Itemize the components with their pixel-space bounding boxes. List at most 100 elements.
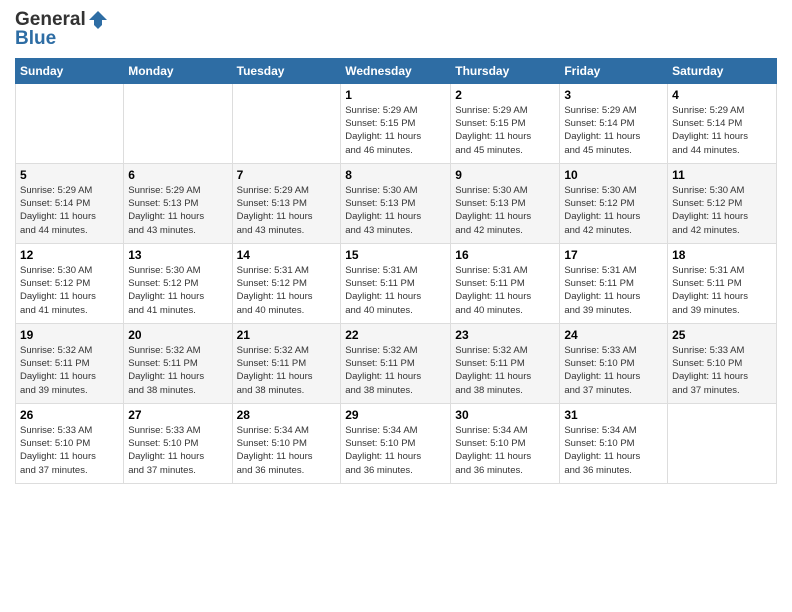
day-number: 15 — [345, 248, 446, 262]
day-info: Sunrise: 5:34 AM Sunset: 5:10 PM Dayligh… — [345, 424, 446, 477]
week-row-4: 19 Sunrise: 5:32 AM Sunset: 5:11 PM Dayli… — [16, 323, 777, 403]
day-number: 22 — [345, 328, 446, 342]
calendar-cell: 2Sunrise: 5:29 AM Sunset: 5:15 PM Daylig… — [451, 83, 560, 163]
calendar-cell: 17 Sunrise: 5:31 AM Sunset: 5:11 PM Dayli… — [560, 243, 668, 323]
calendar-cell: 10 Sunrise: 5:30 AM Sunset: 5:12 PM Dayli… — [560, 163, 668, 243]
calendar-cell: 13 Sunrise: 5:30 AM Sunset: 5:12 PM Dayli… — [124, 243, 232, 323]
calendar-cell: 29 Sunrise: 5:34 AM Sunset: 5:10 PM Dayli… — [341, 403, 451, 483]
calendar-cell: 1 Sunrise: 5:29 AM Sunset: 5:15 PM Daylig… — [341, 83, 451, 163]
day-info: Sunrise: 5:29 AM Sunset: 5:14 PM Dayligh… — [672, 104, 772, 157]
day-number: 1 — [345, 88, 446, 102]
day-info: Sunrise: 5:32 AM Sunset: 5:11 PM Dayligh… — [128, 344, 227, 397]
header: General Blue — [15, 10, 777, 50]
calendar-cell: 25 Sunrise: 5:33 AM Sunset: 5:10 PM Dayli… — [668, 323, 777, 403]
day-info: Sunrise: 5:34 AM Sunset: 5:10 PM Dayligh… — [237, 424, 337, 477]
day-number: 16 — [455, 248, 555, 262]
calendar-cell: 24Sunrise: 5:33 AM Sunset: 5:10 PM Dayli… — [560, 323, 668, 403]
day-number: 28 — [237, 408, 337, 422]
day-number: 14 — [237, 248, 337, 262]
header-cell-thursday: Thursday — [451, 58, 560, 83]
calendar-cell: 15 Sunrise: 5:31 AM Sunset: 5:11 PM Dayli… — [341, 243, 451, 323]
day-info: Sunrise: 5:29 AM Sunset: 5:14 PM Dayligh… — [564, 104, 663, 157]
day-info: Sunrise: 5:29 AM Sunset: 5:15 PM Dayligh… — [345, 104, 446, 157]
day-number: 20 — [128, 328, 227, 342]
logo-blue: Blue — [15, 29, 56, 50]
day-info: Sunrise: 5:31 AM Sunset: 5:11 PM Dayligh… — [345, 264, 446, 317]
day-info: Sunrise: 5:30 AM Sunset: 5:13 PM Dayligh… — [345, 184, 446, 237]
calendar-cell: 16 Sunrise: 5:31 AM Sunset: 5:11 PM Dayli… — [451, 243, 560, 323]
day-number: 19 — [20, 328, 119, 342]
day-info: Sunrise: 5:32 AM Sunset: 5:11 PM Dayligh… — [455, 344, 555, 397]
day-number: 13 — [128, 248, 227, 262]
day-info: Sunrise: 5:30 AM Sunset: 5:12 PM Dayligh… — [20, 264, 119, 317]
calendar-cell: 28 Sunrise: 5:34 AM Sunset: 5:10 PM Dayli… — [232, 403, 341, 483]
week-row-3: 12 Sunrise: 5:30 AM Sunset: 5:12 PM Dayli… — [16, 243, 777, 323]
day-info: Sunrise: 5:29 AM Sunset: 5:13 PM Dayligh… — [237, 184, 337, 237]
logo-bird-icon — [88, 10, 108, 30]
calendar-cell: 31 Sunrise: 5:34 AM Sunset: 5:10 PM Dayli… — [560, 403, 668, 483]
day-info: Sunrise: 5:29 AM Sunset: 5:13 PM Dayligh… — [128, 184, 227, 237]
logo: General Blue — [15, 10, 108, 50]
calendar-cell: 22 Sunrise: 5:32 AM Sunset: 5:11 PM Dayli… — [341, 323, 451, 403]
day-info: Sunrise: 5:29 AM Sunset: 5:15 PM Dayligh… — [455, 104, 555, 157]
day-info: Sunrise: 5:33 AM Sunset: 5:10 PM Dayligh… — [672, 344, 772, 397]
day-info: Sunrise: 5:33 AM Sunset: 5:10 PM Dayligh… — [564, 344, 663, 397]
calendar-cell — [124, 83, 232, 163]
calendar-table: SundayMondayTuesdayWednesdayThursdayFrid… — [15, 58, 777, 484]
header-cell-wednesday: Wednesday — [341, 58, 451, 83]
week-row-1: 1 Sunrise: 5:29 AM Sunset: 5:15 PM Daylig… — [16, 83, 777, 163]
day-info: Sunrise: 5:30 AM Sunset: 5:12 PM Dayligh… — [564, 184, 663, 237]
calendar-cell: 3 Sunrise: 5:29 AM Sunset: 5:14 PM Daylig… — [560, 83, 668, 163]
day-number: 17 — [564, 248, 663, 262]
day-number: 30 — [455, 408, 555, 422]
week-row-2: 5 Sunrise: 5:29 AM Sunset: 5:14 PM Daylig… — [16, 163, 777, 243]
day-number: 7 — [237, 168, 337, 182]
day-info: Sunrise: 5:30 AM Sunset: 5:12 PM Dayligh… — [672, 184, 772, 237]
day-number: 26 — [20, 408, 119, 422]
day-info: Sunrise: 5:33 AM Sunset: 5:10 PM Dayligh… — [20, 424, 119, 477]
calendar-cell: 12 Sunrise: 5:30 AM Sunset: 5:12 PM Dayli… — [16, 243, 124, 323]
day-number: 10 — [564, 168, 663, 182]
day-number: 27 — [128, 408, 227, 422]
day-number: 23 — [455, 328, 555, 342]
calendar-cell: 23 Sunrise: 5:32 AM Sunset: 5:11 PM Dayli… — [451, 323, 560, 403]
day-info: Sunrise: 5:34 AM Sunset: 5:10 PM Dayligh… — [455, 424, 555, 477]
day-info: Sunrise: 5:31 AM Sunset: 5:11 PM Dayligh… — [564, 264, 663, 317]
day-number: 25 — [672, 328, 772, 342]
day-info: Sunrise: 5:31 AM Sunset: 5:11 PM Dayligh… — [455, 264, 555, 317]
day-info: Sunrise: 5:29 AM Sunset: 5:14 PM Dayligh… — [20, 184, 119, 237]
day-number: 29 — [345, 408, 446, 422]
day-number: 11 — [672, 168, 772, 182]
day-info: Sunrise: 5:34 AM Sunset: 5:10 PM Dayligh… — [564, 424, 663, 477]
calendar-cell: 7 Sunrise: 5:29 AM Sunset: 5:13 PM Daylig… — [232, 163, 341, 243]
header-row: SundayMondayTuesdayWednesdayThursdayFrid… — [16, 58, 777, 83]
calendar-cell: 4Sunrise: 5:29 AM Sunset: 5:14 PM Daylig… — [668, 83, 777, 163]
day-info: Sunrise: 5:32 AM Sunset: 5:11 PM Dayligh… — [20, 344, 119, 397]
calendar-cell: 8Sunrise: 5:30 AM Sunset: 5:13 PM Daylig… — [341, 163, 451, 243]
calendar-cell: 14 Sunrise: 5:31 AM Sunset: 5:12 PM Dayli… — [232, 243, 341, 323]
header-cell-tuesday: Tuesday — [232, 58, 341, 83]
calendar-cell: 30 Sunrise: 5:34 AM Sunset: 5:10 PM Dayli… — [451, 403, 560, 483]
calendar-cell: 21 Sunrise: 5:32 AM Sunset: 5:11 PM Dayli… — [232, 323, 341, 403]
calendar-cell: 5 Sunrise: 5:29 AM Sunset: 5:14 PM Daylig… — [16, 163, 124, 243]
day-number: 3 — [564, 88, 663, 102]
calendar-cell: 9Sunrise: 5:30 AM Sunset: 5:13 PM Daylig… — [451, 163, 560, 243]
calendar-cell — [232, 83, 341, 163]
header-cell-friday: Friday — [560, 58, 668, 83]
day-number: 21 — [237, 328, 337, 342]
day-info: Sunrise: 5:32 AM Sunset: 5:11 PM Dayligh… — [237, 344, 337, 397]
day-info: Sunrise: 5:31 AM Sunset: 5:12 PM Dayligh… — [237, 264, 337, 317]
header-cell-sunday: Sunday — [16, 58, 124, 83]
day-info: Sunrise: 5:30 AM Sunset: 5:12 PM Dayligh… — [128, 264, 227, 317]
calendar-cell: 20 Sunrise: 5:32 AM Sunset: 5:11 PM Dayli… — [124, 323, 232, 403]
day-info: Sunrise: 5:32 AM Sunset: 5:11 PM Dayligh… — [345, 344, 446, 397]
calendar-cell: 11 Sunrise: 5:30 AM Sunset: 5:12 PM Dayli… — [668, 163, 777, 243]
day-info: Sunrise: 5:33 AM Sunset: 5:10 PM Dayligh… — [128, 424, 227, 477]
week-row-5: 26 Sunrise: 5:33 AM Sunset: 5:10 PM Dayli… — [16, 403, 777, 483]
page: General Blue SundayMondayTuesdayWednesda… — [0, 0, 792, 612]
day-number: 12 — [20, 248, 119, 262]
day-number: 5 — [20, 168, 119, 182]
day-number: 31 — [564, 408, 663, 422]
calendar-cell: 19 Sunrise: 5:32 AM Sunset: 5:11 PM Dayli… — [16, 323, 124, 403]
calendar-cell: 18Sunrise: 5:31 AM Sunset: 5:11 PM Dayli… — [668, 243, 777, 323]
